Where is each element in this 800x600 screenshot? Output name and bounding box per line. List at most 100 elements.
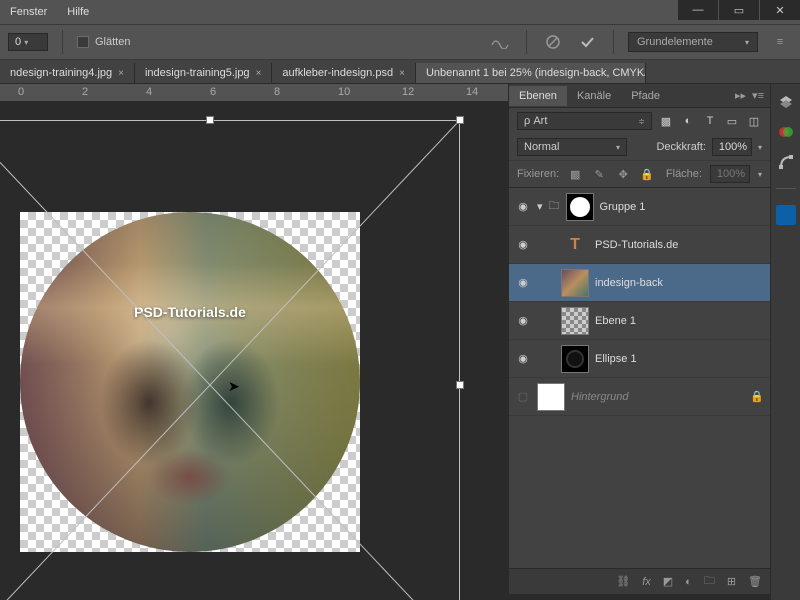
filter-shape-icon[interactable]: ▭ <box>724 113 740 129</box>
channels-dock-icon[interactable] <box>776 122 796 142</box>
collapse-icon[interactable]: ▸▸ <box>735 89 746 102</box>
lock-icon: 🔒 <box>750 390 764 403</box>
blend-mode-dropdown[interactable]: Normal▾ <box>517 138 627 156</box>
adjustment-icon[interactable]: ◐ <box>685 576 692 588</box>
dropdown-icon: ▾ <box>24 38 28 47</box>
layer-thumbnail[interactable] <box>561 345 589 373</box>
layer-row[interactable]: ◉ T PSD-Tutorials.de <box>509 226 770 264</box>
layer-name[interactable]: Gruppe 1 <box>600 201 764 213</box>
tab-pfade[interactable]: Pfade <box>621 86 670 106</box>
close-button[interactable]: ✕ <box>760 0 800 20</box>
checkbox-icon <box>77 36 89 48</box>
opacity-label: Deckkraft: <box>656 141 706 153</box>
layer-name[interactable]: indesign-back <box>595 277 764 289</box>
close-icon[interactable]: × <box>399 68 405 79</box>
tab-kanaele[interactable]: Kanäle <box>567 86 621 106</box>
fill-label: Fläche: <box>666 168 702 180</box>
text-layer-icon: T <box>561 236 589 254</box>
ruler-horizontal: 0 2 4 6 8 10 12 14 <box>0 84 508 102</box>
new-layer-icon[interactable]: ⊞ <box>727 575 736 588</box>
visibility-icon[interactable]: ◉ <box>515 238 531 251</box>
layer-name[interactable]: PSD-Tutorials.de <box>595 239 764 251</box>
folder-icon: 🗀 <box>549 197 560 216</box>
layer-thumbnail[interactable] <box>561 269 589 297</box>
window-controls: — ▭ ✕ <box>677 0 800 20</box>
filter-text-icon[interactable]: T <box>702 113 718 129</box>
document-tab[interactable]: indesign-training5.jpg× <box>135 63 272 83</box>
panel-separator <box>509 594 770 600</box>
canvas-stage[interactable]: PSD-Tutorials.de ➤ <box>0 102 508 600</box>
handle-mid-right[interactable] <box>456 381 464 389</box>
handle-top-right[interactable] <box>456 116 464 124</box>
disclosure-icon[interactable]: ▾ <box>537 200 543 213</box>
close-icon[interactable]: × <box>118 68 124 79</box>
maximize-button[interactable]: ▭ <box>719 0 759 20</box>
layer-row[interactable]: ▢ Hintergrund 🔒 <box>509 378 770 416</box>
fill-field[interactable]: 100% <box>710 165 750 183</box>
layer-name[interactable]: Ebene 1 <box>595 315 764 327</box>
chevron-down-icon[interactable]: ▾ <box>758 143 762 152</box>
layer-row[interactable]: ◉ Ebene 1 <box>509 302 770 340</box>
close-icon[interactable]: × <box>256 68 262 79</box>
menu-fenster[interactable]: Fenster <box>10 6 47 18</box>
visibility-icon[interactable]: ◉ <box>515 314 531 327</box>
divider <box>613 30 614 54</box>
smooth-label: Glätten <box>95 36 130 48</box>
transform-rect <box>0 120 460 600</box>
visibility-icon[interactable]: ▢ <box>515 390 531 403</box>
delete-layer-icon[interactable]: 🗑 <box>748 575 762 588</box>
layer-row[interactable]: ◉ Ellipse 1 <box>509 340 770 378</box>
layer-row[interactable]: ◉ ▾ 🗀 Gruppe 1 <box>509 188 770 226</box>
document-tabs: ndesign-training4.jpg× indesign-training… <box>0 60 800 84</box>
preset-dropdown[interactable]: Grundelemente ▾ <box>628 32 758 52</box>
layers-list: ◉ ▾ 🗀 Gruppe 1 ◉ T PSD-Tutorials.de ◉ i <box>509 188 770 568</box>
paths-dock-icon[interactable] <box>776 152 796 172</box>
link-layers-icon[interactable]: ⛓ <box>616 575 630 588</box>
commit-icon[interactable] <box>575 30 599 54</box>
document-tab[interactable]: ndesign-training4.jpg× <box>0 63 135 83</box>
panel-menu-icon[interactable]: ▾≡ <box>752 89 764 102</box>
smooth-checkbox[interactable]: Glätten <box>77 36 130 48</box>
cancel-icon[interactable] <box>541 30 565 54</box>
lock-pixels-icon[interactable]: ✎ <box>591 166 607 182</box>
lock-transparency-icon[interactable]: ▩ <box>567 166 583 182</box>
panel-dock-strip <box>770 84 800 600</box>
layer-name[interactable]: Hintergrund <box>571 391 744 403</box>
layer-name[interactable]: Ellipse 1 <box>595 353 764 365</box>
opacity-field[interactable]: 100% <box>712 138 752 156</box>
minimize-button[interactable]: — <box>678 0 718 20</box>
layer-row-selected[interactable]: ◉ indesign-back <box>509 264 770 302</box>
filter-adjust-icon[interactable]: ◐ <box>680 113 696 129</box>
extension-dock-icon[interactable] <box>776 205 796 225</box>
presets-menu-icon[interactable]: ≡ <box>768 30 792 54</box>
tab-ebenen[interactable]: Ebenen <box>509 86 567 106</box>
mask-thumbnail[interactable] <box>566 193 594 221</box>
visibility-icon[interactable]: ◉ <box>515 352 531 365</box>
visibility-icon[interactable]: ◉ <box>515 276 531 289</box>
lock-position-icon[interactable]: ✥ <box>615 166 631 182</box>
visibility-icon[interactable]: ◉ <box>515 200 531 213</box>
numeric-field[interactable]: 0 ▾ <box>8 33 48 51</box>
fx-icon[interactable]: fx <box>642 576 651 588</box>
lock-all-icon[interactable]: 🔒 <box>639 166 655 182</box>
workspace: 0 2 4 6 8 10 12 14 PSD-Tutorials.de <box>0 84 800 600</box>
canvas-area: 0 2 4 6 8 10 12 14 PSD-Tutorials.de <box>0 84 508 600</box>
layer-thumbnail[interactable] <box>561 307 589 335</box>
layer-thumbnail[interactable] <box>537 383 565 411</box>
layers-dock-icon[interactable] <box>776 92 796 112</box>
new-group-icon[interactable]: 🗀 <box>704 572 715 591</box>
handle-top-mid[interactable] <box>206 116 214 124</box>
layer-filter-dropdown[interactable]: ρ Art ≑ <box>517 112 652 130</box>
document-tab-active[interactable]: Unbenannt 1 bei 25% (indesign-back, CMYK… <box>416 63 646 83</box>
chevron-down-icon: ≑ <box>638 117 645 126</box>
mask-icon[interactable]: ◩ <box>663 575 673 588</box>
filter-smart-icon[interactable]: ◫ <box>746 113 762 129</box>
warp-icon[interactable] <box>488 30 512 54</box>
transform-box[interactable] <box>0 120 460 600</box>
menu-hilfe[interactable]: Hilfe <box>67 6 89 18</box>
divider <box>62 30 63 54</box>
divider <box>526 30 527 54</box>
chevron-down-icon[interactable]: ▾ <box>758 170 762 179</box>
document-tab[interactable]: aufkleber-indesign.psd× <box>272 63 416 83</box>
filter-pixel-icon[interactable]: ▩ <box>658 113 674 129</box>
